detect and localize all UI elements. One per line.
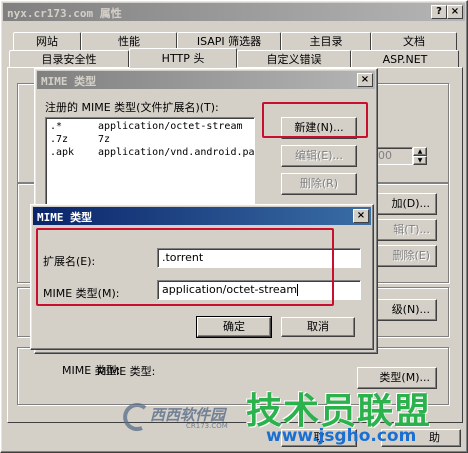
tab-custom-errors[interactable]: 自定义错误 <box>237 50 351 68</box>
mime-type-list[interactable]: .* application/octet-stream .7z 7z .apk app… <box>45 117 255 209</box>
list-item[interactable]: .apk application/vnd.android.packa <box>50 147 255 158</box>
list-item-ext: .apk <box>50 147 75 158</box>
list-item-type: application/vnd.android.packa <box>98 147 255 158</box>
mime-edit-title: MIME 类型 <box>37 211 93 224</box>
list-item-type: 7z <box>98 134 111 145</box>
tab-directory-security[interactable]: 目录安全性 <box>9 50 129 68</box>
spin-input[interactable]: 00 <box>373 147 413 165</box>
spin-up-button[interactable]: ▲ <box>413 147 427 156</box>
mime-edit-close-icon[interactable]: × <box>353 209 369 223</box>
properties-title: nyx.cr173.com 属性 <box>7 7 122 20</box>
list-item-ext: .* <box>50 121 63 132</box>
watermark-url: www.jsgho.com <box>266 426 417 446</box>
list-item[interactable]: .* application/octet-stream <box>50 121 243 132</box>
mime-list-title: MIME 类型 <box>41 75 97 88</box>
ok-button[interactable]: 确定 <box>196 316 272 338</box>
watermark-left-sub: CR173.COM <box>186 422 228 430</box>
highlight-fields <box>36 228 334 306</box>
watermark-left-logo: 西西软件园 CR173.COM <box>120 398 240 434</box>
close-icon[interactable]: × <box>447 5 463 19</box>
tab-home-directory[interactable]: 主目录 <box>281 32 371 50</box>
properties-titlebar[interactable]: nyx.cr173.com 属性 ? × <box>3 3 465 21</box>
spin-value: 00 <box>378 149 392 162</box>
highlight-new-button <box>262 102 368 138</box>
mime-edit-titlebar[interactable]: MIME 类型 × <box>33 207 371 225</box>
tab-http-headers[interactable]: HTTP 头 <box>129 48 237 68</box>
tab-documents[interactable]: 文档 <box>371 32 457 50</box>
mime-type-info-label-visible: MIME 类型: <box>62 364 121 377</box>
delete-button[interactable]: 删除(R) <box>281 173 357 195</box>
edit-button[interactable]: 编辑(E)... <box>281 145 357 167</box>
mime-list-titlebar[interactable]: MIME 类型 × <box>37 71 375 89</box>
list-item[interactable]: .7z 7z <box>50 134 110 145</box>
mime-list-close-icon[interactable]: × <box>357 73 373 87</box>
tab-website[interactable]: 网站 <box>13 32 81 50</box>
list-item-ext: .7z <box>50 134 69 145</box>
list-item-type: application/octet-stream <box>98 121 243 132</box>
cancel-button[interactable]: 取消 <box>281 317 355 337</box>
watermark-swirl-icon <box>123 403 147 432</box>
tab-aspnet[interactable]: ASP.NET <box>351 50 459 68</box>
help-button[interactable]: ? <box>431 5 447 19</box>
mime-list-label: 注册的 MIME 类型(文件扩展名)(T): <box>45 101 219 114</box>
spin-down-button[interactable]: ▼ <box>413 156 427 165</box>
watermark-right-logo: 技术员联盟 www.jsgho.com <box>244 382 464 450</box>
